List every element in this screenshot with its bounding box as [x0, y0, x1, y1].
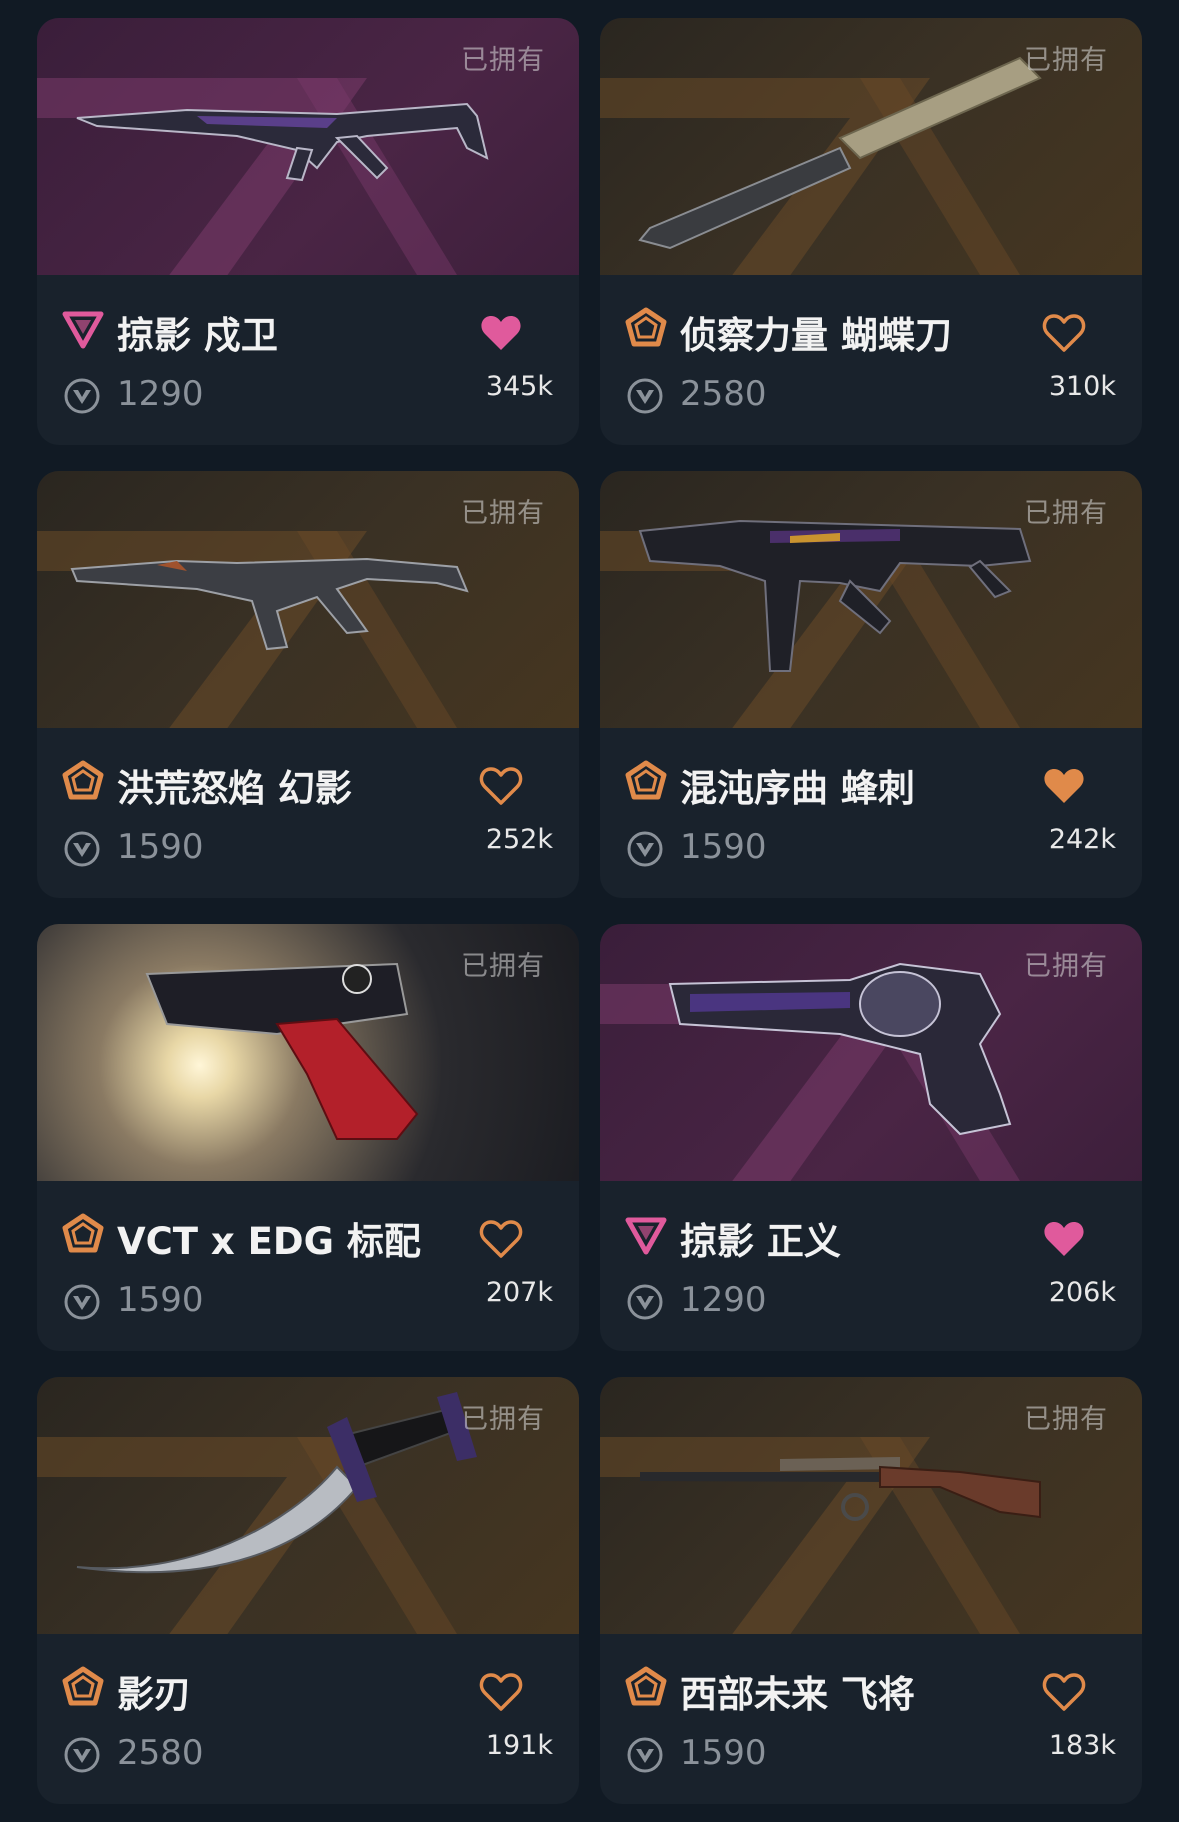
skin-info: 混沌序曲 蜂刺 1590 242k: [600, 728, 1142, 898]
skin-card[interactable]: 已拥有混沌序曲 蜂刺 1590 242k: [600, 471, 1142, 898]
select-tier-icon: [624, 759, 668, 803]
like-heart-icon[interactable]: [479, 766, 523, 806]
like-count: 345k: [485, 371, 553, 402]
valorant-points-icon: [63, 1736, 101, 1774]
skin-name: 西部未来 飞将: [680, 1673, 915, 1716]
like-count: 183k: [1048, 1730, 1116, 1761]
owned-badge: 已拥有: [461, 498, 545, 529]
skin-price: 2580: [117, 1733, 204, 1773]
skin-thumbnail: 已拥有: [600, 471, 1142, 728]
like-heart-icon[interactable]: [1042, 1672, 1086, 1712]
select-tier-icon: [61, 1212, 105, 1256]
skin-name: 影刃: [117, 1673, 191, 1716]
skin-card[interactable]: 已拥有侦察力量 蝴蝶刀 2580 310k: [600, 18, 1142, 445]
skin-name: 掠影 正义: [680, 1220, 841, 1263]
skin-name: 侦察力量 蝴蝶刀: [680, 314, 952, 357]
skin-price: 2580: [680, 374, 767, 414]
skin-card[interactable]: 已拥有影刃 2580 191k: [37, 1377, 579, 1804]
skin-name: 洪荒怒焰 幻影: [117, 767, 352, 810]
select-tier-icon: [624, 306, 668, 350]
valorant-points-icon: [626, 377, 664, 415]
premium-tier-icon: [61, 306, 105, 350]
skin-name: 混沌序曲 蜂刺: [680, 767, 915, 810]
skin-card[interactable]: 已拥有 VCT x EDG 标配 1590 207k: [37, 924, 579, 1351]
skin-thumbnail: 已拥有: [37, 18, 579, 275]
select-tier-icon: [61, 1665, 105, 1709]
skin-thumbnail: 已拥有: [37, 924, 579, 1181]
select-tier-icon: [61, 759, 105, 803]
skin-info: 洪荒怒焰 幻影 1590 252k: [37, 728, 579, 898]
select-tier-icon: [624, 1665, 668, 1709]
skin-price: 1590: [117, 827, 204, 867]
skin-info: VCT x EDG 标配 1590 207k: [37, 1181, 579, 1351]
owned-badge: 已拥有: [1024, 1404, 1108, 1435]
valorant-points-icon: [626, 830, 664, 868]
owned-badge: 已拥有: [461, 951, 545, 982]
skin-grid: 已拥有 掠影 戍卫 1290 345k 已拥有 侦察力量 蝴蝶刀 2580 310k 已拥有 洪荒…: [37, 18, 1142, 1804]
like-heart-icon[interactable]: [479, 1219, 523, 1259]
like-count: 310k: [1048, 371, 1116, 402]
owned-badge: 已拥有: [1024, 498, 1108, 529]
like-heart-icon[interactable]: [1042, 313, 1086, 353]
owned-badge: 已拥有: [461, 1404, 545, 1435]
skin-thumbnail: 已拥有: [600, 18, 1142, 275]
like-heart-icon[interactable]: [479, 1672, 523, 1712]
skin-price: 1590: [680, 1733, 767, 1773]
skin-card[interactable]: 已拥有掠影 戍卫 1290 345k: [37, 18, 579, 445]
like-count: 252k: [485, 824, 553, 855]
skin-info: 掠影 正义 1290 206k: [600, 1181, 1142, 1351]
skin-price: 1590: [117, 1280, 204, 1320]
skin-thumbnail: 已拥有: [37, 471, 579, 728]
valorant-points-icon: [626, 1283, 664, 1321]
like-count: 207k: [485, 1277, 553, 1308]
skin-thumbnail: 已拥有: [37, 1377, 579, 1634]
skin-info: 影刃 2580 191k: [37, 1634, 579, 1804]
skin-price: 1590: [680, 827, 767, 867]
like-heart-icon[interactable]: [479, 313, 523, 353]
owned-badge: 已拥有: [461, 45, 545, 76]
premium-tier-icon: [624, 1212, 668, 1256]
like-count: 242k: [1048, 824, 1116, 855]
like-heart-icon[interactable]: [1042, 766, 1086, 806]
skin-card[interactable]: 已拥有掠影 正义 1290 206k: [600, 924, 1142, 1351]
skin-name: 掠影 戍卫: [117, 314, 278, 357]
valorant-points-icon: [626, 1736, 664, 1774]
owned-badge: 已拥有: [1024, 45, 1108, 76]
valorant-points-icon: [63, 377, 101, 415]
like-heart-icon[interactable]: [1042, 1219, 1086, 1259]
skin-name: VCT x EDG 标配: [117, 1220, 421, 1263]
skin-info: 掠影 戍卫 1290 345k: [37, 275, 579, 445]
skin-price: 1290: [117, 374, 204, 414]
like-count: 191k: [485, 1730, 553, 1761]
skin-card[interactable]: 已拥有洪荒怒焰 幻影 1590 252k: [37, 471, 579, 898]
skin-thumbnail: 已拥有: [600, 1377, 1142, 1634]
like-count: 206k: [1048, 1277, 1116, 1308]
skin-info: 西部未来 飞将 1590 183k: [600, 1634, 1142, 1804]
valorant-points-icon: [63, 1283, 101, 1321]
skin-info: 侦察力量 蝴蝶刀 2580 310k: [600, 275, 1142, 445]
skin-card[interactable]: 已拥有西部未来 飞将 1590 183k: [600, 1377, 1142, 1804]
owned-badge: 已拥有: [1024, 951, 1108, 982]
skin-thumbnail: 已拥有: [600, 924, 1142, 1181]
valorant-points-icon: [63, 830, 101, 868]
skin-price: 1290: [680, 1280, 767, 1320]
